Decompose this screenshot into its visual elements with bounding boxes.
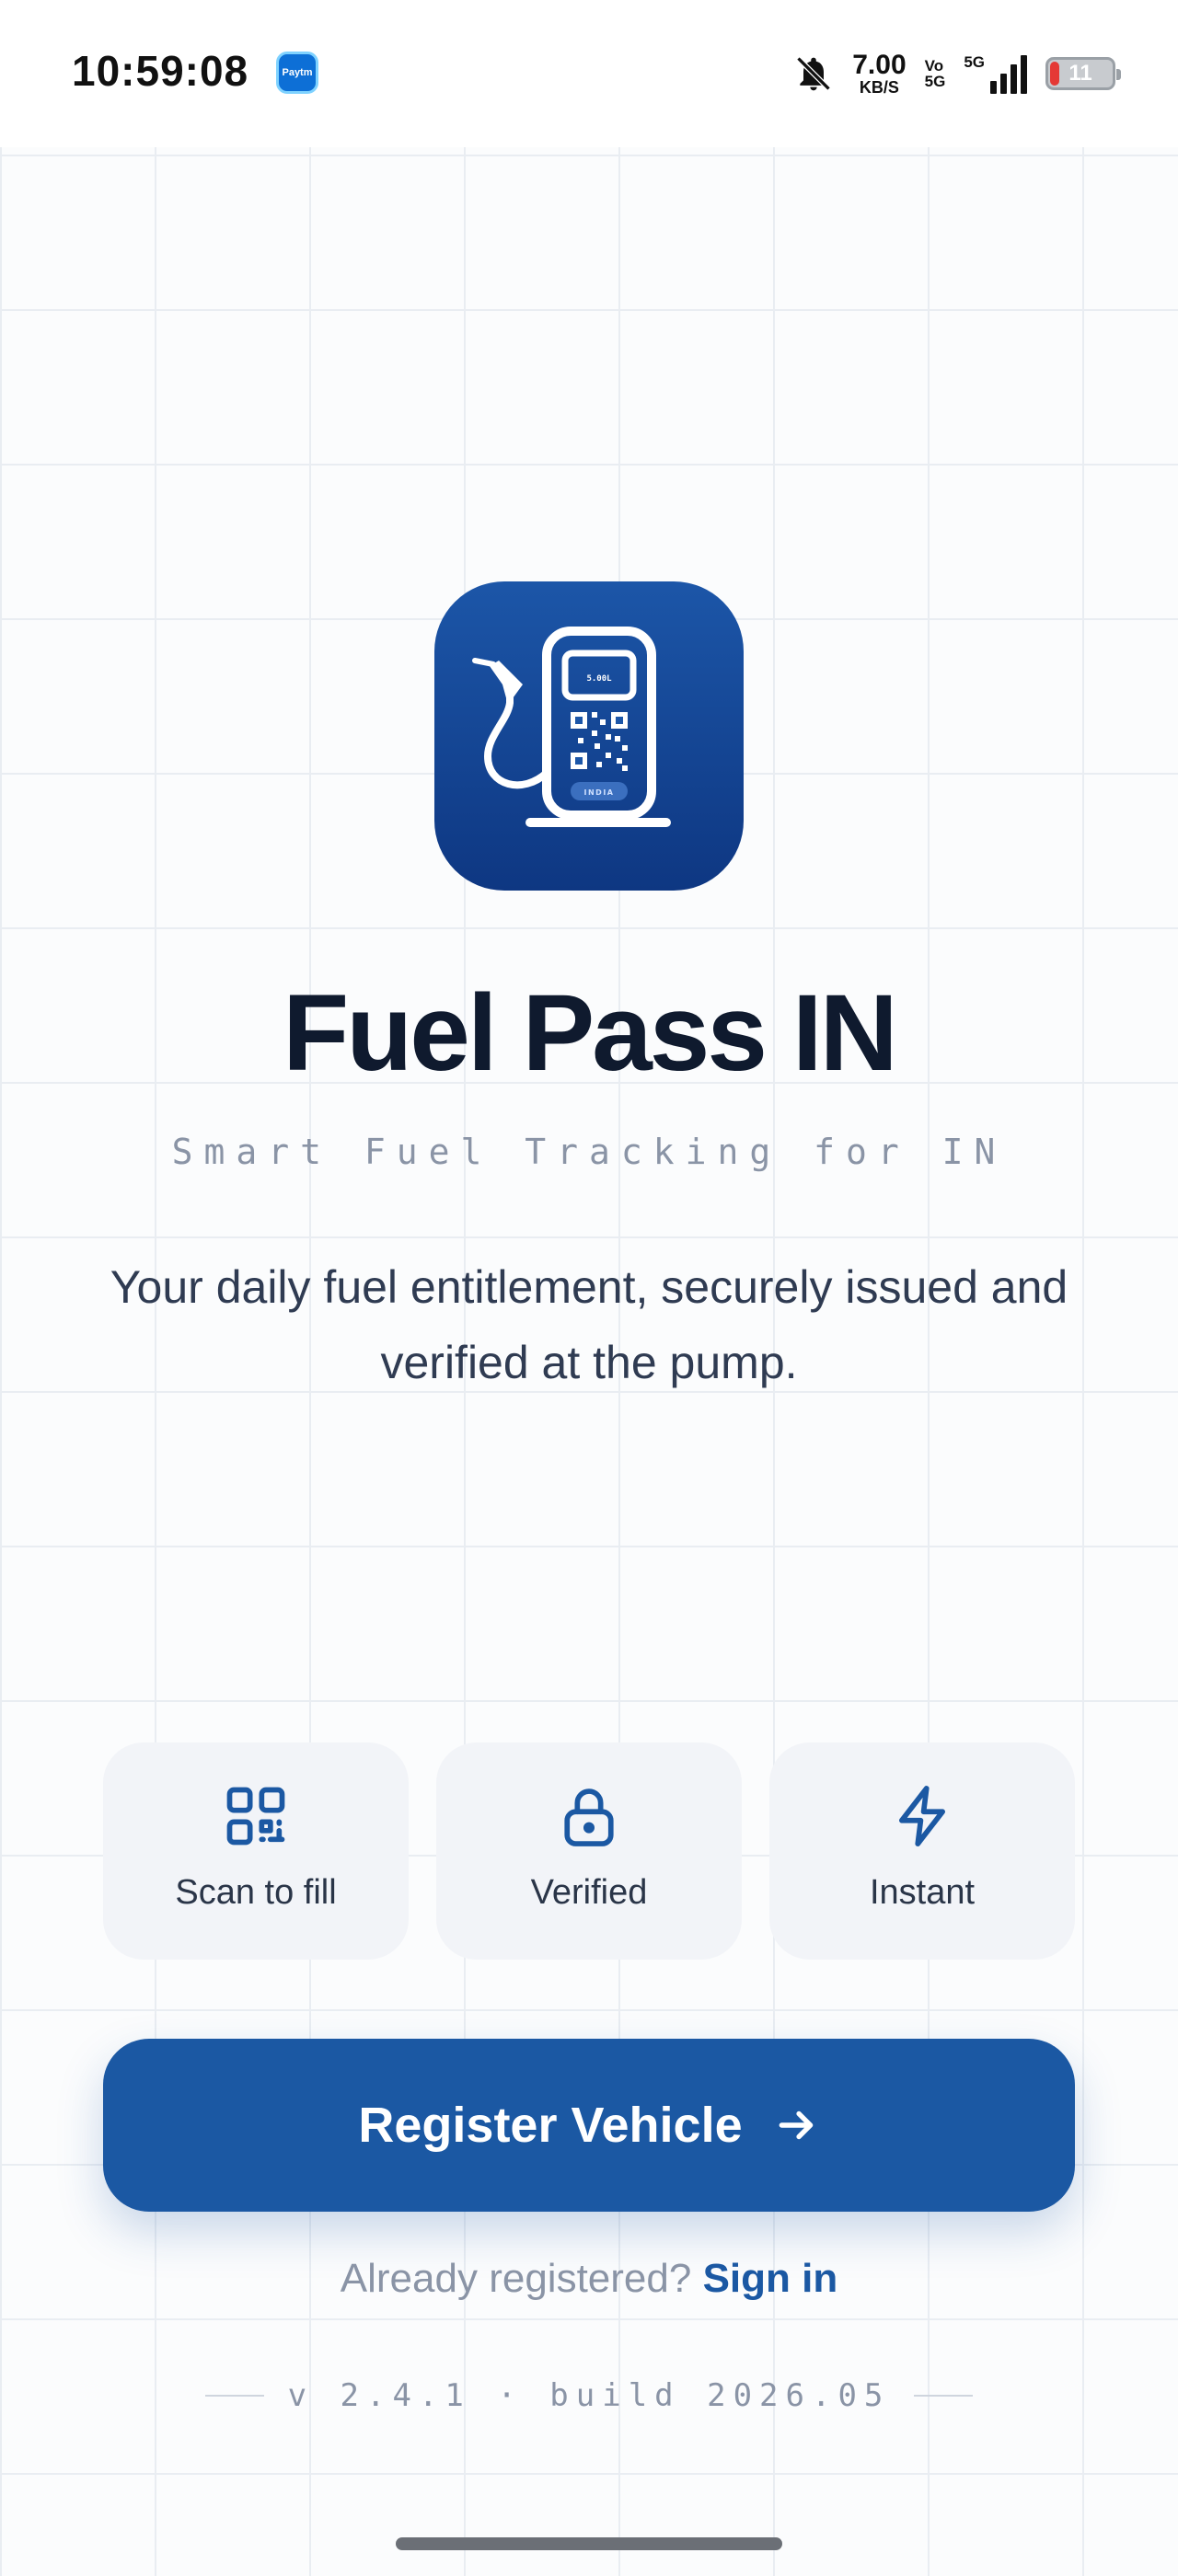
feature-label: Instant xyxy=(869,1873,976,1912)
feature-label: Scan to fill xyxy=(175,1873,337,1912)
bell-muted-icon xyxy=(796,56,831,91)
paytm-notification-icon: Paytm xyxy=(276,52,318,94)
pump-badge-text: INDIA xyxy=(584,788,615,797)
status-indicators: 7.00 KB/S Vo 5G 5G 11 xyxy=(793,46,1121,101)
network-type: 5G xyxy=(964,53,985,71)
signal-bar xyxy=(1021,55,1027,94)
pump-display-text: 5.00L xyxy=(586,674,612,684)
signal-bar xyxy=(990,81,997,94)
status-time: 10:59:08 xyxy=(72,47,249,95)
arrow-right-icon xyxy=(779,2110,813,2140)
volte-top: Vo xyxy=(924,57,944,75)
speed-value: 7.00 xyxy=(852,50,907,80)
signal-bar xyxy=(1000,74,1007,94)
feature-card-scan: Scan to fill xyxy=(103,1742,409,1960)
battery-level-fill xyxy=(1050,62,1059,86)
app-logo: 5.00L INDIA xyxy=(434,581,744,891)
signin-prompt: Already registered? xyxy=(340,2256,692,2301)
app-subtitle: Smart Fuel Tracking for IN xyxy=(171,1132,1007,1172)
lightning-icon xyxy=(898,1786,946,1846)
app-tagline: Your daily fuel entitlement, securely is… xyxy=(110,1261,1068,1388)
version-footer: v 2.4.1 · build 2026.05 xyxy=(0,2377,1178,2414)
divider xyxy=(914,2395,974,2397)
home-indicator[interactable] xyxy=(396,2537,782,2550)
volte-indicator: Vo 5G xyxy=(925,58,946,89)
app-title: Fuel Pass IN xyxy=(283,972,898,1094)
register-vehicle-label: Register Vehicle xyxy=(358,2098,743,2153)
signal-strength-icon: 5G xyxy=(964,53,1027,94)
network-speed: 7.00 KB/S xyxy=(852,50,907,97)
feature-card-instant: Instant xyxy=(769,1742,1075,1960)
battery-icon: 11 xyxy=(1045,57,1121,90)
register-vehicle-button[interactable]: Register Vehicle xyxy=(103,2039,1075,2212)
volte-bottom: 5G xyxy=(924,73,946,90)
status-bar: 10:59:08 Paytm 7.00 KB/S Vo 5G 5G 11 xyxy=(0,0,1178,147)
qr-code-icon xyxy=(226,1787,285,1846)
paytm-icon-label: Paytm xyxy=(282,67,313,78)
feature-label: Verified xyxy=(530,1873,648,1912)
feature-cards: Scan to fill Verified Instant xyxy=(103,1742,1075,1960)
feature-card-verified: Verified xyxy=(436,1742,742,1960)
battery-level: 11 xyxy=(1068,61,1092,86)
speed-unit: KB/S xyxy=(859,78,899,97)
version-text: v 2.4.1 · build 2026.05 xyxy=(287,2377,891,2414)
signin-link[interactable]: Sign in xyxy=(703,2256,838,2301)
signin-row: Already registered? Sign in xyxy=(0,2256,1178,2302)
divider xyxy=(204,2395,264,2397)
lock-icon xyxy=(564,1788,614,1846)
fuel-pump-icon: 5.00L INDIA xyxy=(472,627,671,827)
signal-bar xyxy=(1011,64,1017,94)
